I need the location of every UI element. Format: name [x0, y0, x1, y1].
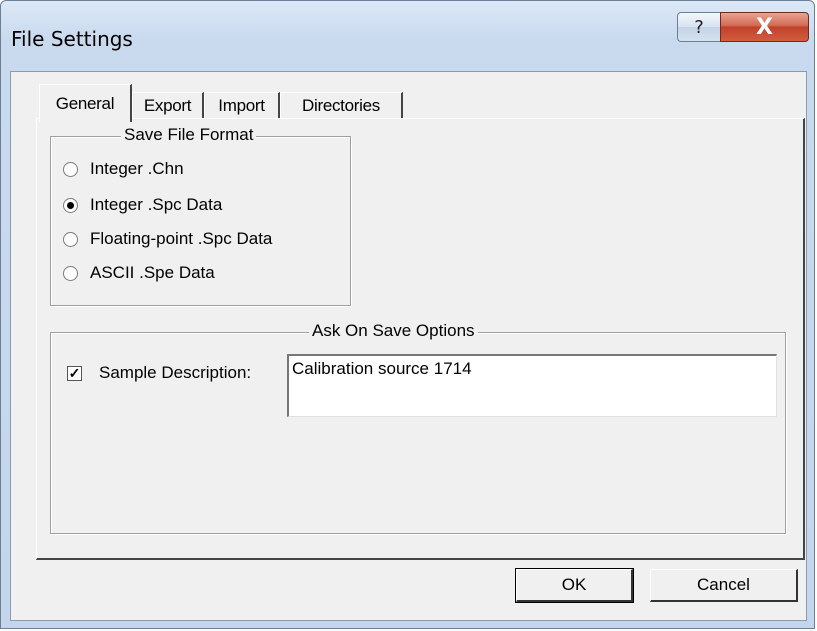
tab-directories[interactable]: Directories	[280, 92, 403, 119]
radio-button-icon[interactable]	[63, 265, 78, 281]
save-file-format-title: Save File Format	[121, 125, 257, 145]
file-settings-dialog: File Settings ? X General Export Import …	[0, 0, 815, 629]
ok-button[interactable]: OK	[515, 568, 634, 603]
ask-on-save-group: Ask On Save Options ✓ Sample Description…	[50, 321, 786, 534]
dialog-title: File Settings	[11, 27, 133, 51]
radio-label: ASCII .Spe Data	[90, 263, 215, 282]
tab-general-label: General	[55, 93, 115, 113]
tab-directories-label: Directories	[302, 96, 380, 115]
radio-label: Integer .Chn	[90, 159, 184, 178]
sample-description-label: Sample Description:	[99, 363, 252, 382]
radio-label: Integer .Spc Data	[90, 195, 223, 214]
radio-integer-spc[interactable]: Integer .Spc Data	[63, 194, 222, 216]
dialog-client-area: General Export Import Directories Save F…	[10, 71, 807, 621]
radio-integer-chn[interactable]: Integer .Chn	[63, 158, 184, 180]
radio-button-icon[interactable]	[63, 231, 78, 247]
ok-button-label: OK	[561, 575, 587, 594]
tab-general[interactable]: General	[39, 84, 132, 122]
radio-button-icon[interactable]	[63, 161, 78, 177]
general-tab-panel: Save File Format Integer .Chn Integer .S…	[36, 118, 805, 560]
close-icon: X	[756, 14, 773, 40]
tab-export-label: Export	[143, 96, 192, 115]
radio-label: Floating-point .Spc Data	[90, 229, 273, 248]
radio-floating-point-spc[interactable]: Floating-point .Spc Data	[63, 228, 272, 250]
help-button[interactable]: ?	[677, 12, 721, 42]
radio-button-selected-icon[interactable]	[63, 197, 78, 213]
close-button[interactable]: X	[720, 12, 809, 42]
radio-ascii-spe[interactable]: ASCII .Spe Data	[63, 262, 215, 284]
title-bar[interactable]: File Settings ? X	[1, 1, 814, 71]
cancel-button[interactable]: Cancel	[650, 569, 798, 602]
ask-on-save-title: Ask On Save Options	[309, 321, 478, 341]
sample-description-field[interactable]: Calibration source 1714	[287, 354, 777, 417]
sample-description-checkbox[interactable]: ✓	[67, 366, 82, 381]
tab-export[interactable]: Export	[132, 92, 204, 119]
save-file-format-group: Save File Format Integer .Chn Integer .S…	[50, 125, 351, 306]
tab-import-label: Import	[218, 96, 265, 115]
cancel-button-label: Cancel	[697, 575, 750, 594]
help-icon: ?	[694, 16, 704, 38]
tab-import[interactable]: Import	[204, 92, 280, 119]
